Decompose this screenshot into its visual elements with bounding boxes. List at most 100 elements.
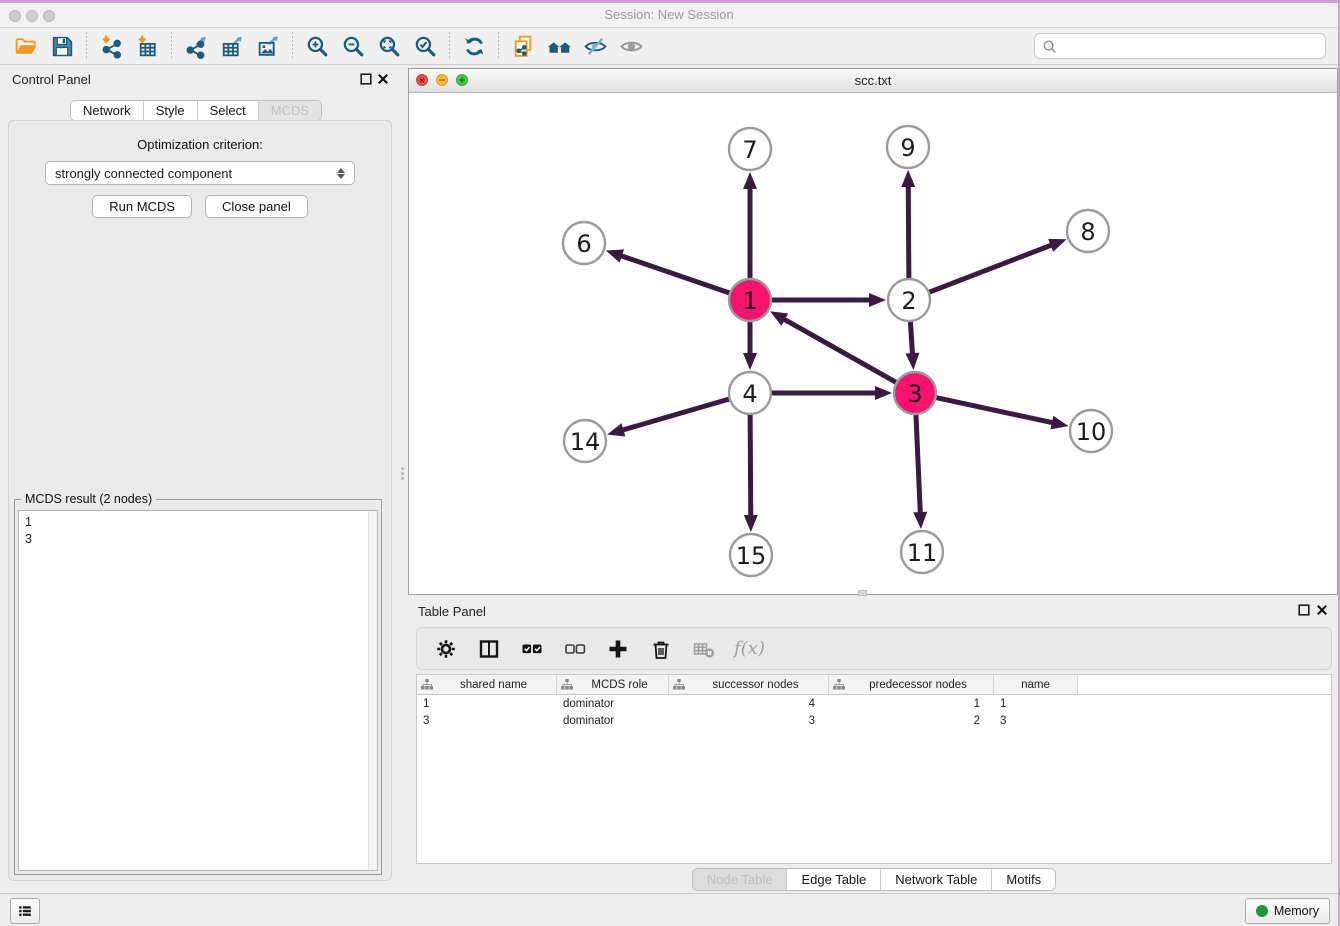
graph-node-3[interactable]: 3 [894, 372, 936, 414]
memory-button[interactable]: Memory [1245, 898, 1330, 924]
cell-successor-nodes[interactable]: 3 [669, 715, 829, 727]
zoom-in-button[interactable] [299, 31, 335, 61]
graph-node-8[interactable]: 8 [1067, 210, 1109, 252]
close-panel-button[interactable]: Close panel [205, 195, 308, 218]
graph-node-6[interactable]: 6 [563, 222, 605, 264]
result-line: 3 [19, 531, 377, 548]
horizontal-splitter-handle[interactable] [858, 590, 867, 596]
tab-network[interactable]: Network [71, 101, 144, 120]
cell-mcds-role[interactable]: dominator [557, 698, 669, 710]
graph-node-11[interactable]: 11 [901, 531, 943, 573]
unchecked-boxes-icon [564, 638, 586, 660]
graph-node-1[interactable]: 1 [729, 279, 771, 321]
vertical-splitter-handle[interactable] [399, 465, 406, 485]
result-scrollbar[interactable] [368, 511, 377, 870]
close-panel-icon[interactable] [377, 73, 389, 85]
close-panel-icon[interactable] [1316, 604, 1328, 616]
table-toolbar: f(x) [416, 627, 1332, 670]
export-image-button[interactable] [250, 31, 286, 61]
float-panel-icon[interactable] [1298, 604, 1310, 616]
table-body: 1dominator4113dominator323 [417, 695, 1331, 729]
column-header-name[interactable]: name [994, 675, 1078, 694]
graph-edge-1-2[interactable] [772, 293, 886, 307]
graph-edge-4-15[interactable] [744, 415, 758, 532]
column-header-shared-name[interactable]: shared name [417, 675, 557, 694]
dropdown-stepper-icon [337, 168, 345, 179]
zoom-fit-button[interactable] [371, 31, 407, 61]
clone-network-icon [511, 34, 536, 59]
delete-entries-button[interactable] [648, 636, 674, 662]
tab-mcds[interactable]: MCDS [259, 101, 321, 120]
table-panel-title: Table Panel [418, 604, 486, 619]
column-header-predecessor-nodes[interactable]: predecessor nodes [829, 675, 994, 694]
cell-successor-nodes[interactable]: 4 [669, 698, 829, 710]
cell-predecessor-nodes[interactable]: 2 [829, 715, 994, 727]
graph-node-10[interactable]: 10 [1070, 410, 1112, 452]
add-entry-button[interactable] [605, 636, 631, 662]
graph-node-15[interactable]: 15 [730, 534, 772, 576]
graph-node-4[interactable]: 4 [729, 372, 771, 414]
network-window-titlebar[interactable]: × − + scc.txt [409, 69, 1337, 93]
graph-edge-1-4[interactable] [743, 322, 757, 370]
first-neighbors-button[interactable] [541, 31, 577, 61]
clone-network-button[interactable] [505, 31, 541, 61]
cell-name[interactable]: 3 [994, 715, 1078, 727]
select-all-button[interactable] [519, 636, 545, 662]
unselect-all-button[interactable] [562, 636, 588, 662]
run-mcds-button[interactable]: Run MCDS [92, 195, 192, 218]
graph-node-7[interactable]: 7 [729, 128, 771, 170]
table-row[interactable]: 1dominator411 [417, 695, 1331, 712]
tab-node-table[interactable]: Node Table [693, 869, 788, 890]
tab-network-table[interactable]: Network Table [881, 869, 992, 890]
cell-name[interactable]: 1 [994, 698, 1078, 710]
graph-edge-2-8[interactable] [930, 239, 1067, 292]
cell-mcds-role[interactable]: dominator [557, 715, 669, 727]
graph-node-14[interactable]: 14 [564, 420, 606, 462]
graph-edge-3-10[interactable] [937, 398, 1069, 430]
graph-edge-1-7[interactable] [743, 172, 757, 278]
export-table-button[interactable] [214, 31, 250, 61]
zoom-selected-button[interactable] [407, 31, 443, 61]
graph-edge-2-9[interactable] [901, 170, 915, 278]
mcds-result-list[interactable]: 13 [18, 510, 378, 871]
graph-edge-4-3[interactable] [772, 386, 892, 400]
export-network-button[interactable] [178, 31, 214, 61]
zoom-out-button[interactable] [335, 31, 371, 61]
float-panel-icon[interactable] [360, 73, 372, 85]
task-history-button[interactable] [10, 898, 40, 924]
mcds-panel: Optimization criterion: strongly connect… [8, 120, 392, 881]
apply-layout-button[interactable] [456, 31, 492, 61]
import-table-button[interactable] [129, 31, 165, 61]
cell-predecessor-nodes[interactable]: 1 [829, 698, 994, 710]
graph-node-2[interactable]: 2 [888, 279, 930, 321]
hide-details-button[interactable] [577, 31, 613, 61]
function-builder-button[interactable]: f(x) [734, 636, 765, 662]
cell-shared-name[interactable]: 1 [417, 698, 557, 710]
delete-table-button[interactable] [691, 636, 717, 662]
graph-edge-1-6[interactable] [606, 249, 729, 292]
cell-shared-name[interactable]: 3 [417, 715, 557, 727]
graph-node-label: 14 [570, 428, 601, 456]
column-header-successor-nodes[interactable]: successor nodes [669, 675, 829, 694]
tab-select[interactable]: Select [198, 101, 259, 120]
save-session-button[interactable] [44, 31, 80, 61]
tab-edge-table[interactable]: Edge Table [787, 869, 881, 890]
search-input[interactable] [1058, 38, 1319, 55]
table-row[interactable]: 3dominator323 [417, 712, 1331, 729]
column-header-mcds-role[interactable]: MCDS role [557, 675, 669, 694]
table-settings-button[interactable] [433, 636, 459, 662]
graph-edge-3-11[interactable] [913, 415, 927, 529]
tab-style[interactable]: Style [144, 101, 198, 120]
import-network-button[interactable] [93, 31, 129, 61]
eye-slash-icon [583, 34, 608, 59]
criterion-dropdown[interactable]: strongly connected component [45, 161, 355, 185]
open-session-button[interactable] [8, 31, 44, 61]
tab-motifs[interactable]: Motifs [992, 869, 1055, 890]
graph-node-9[interactable]: 9 [887, 126, 929, 168]
show-columns-button[interactable] [476, 636, 502, 662]
graph-edge-3-1[interactable] [770, 311, 896, 382]
graph-edge-4-14[interactable] [607, 399, 729, 436]
show-details-button[interactable] [613, 31, 649, 61]
network-canvas[interactable]: 1 2 3 4 6 7 8 9 10 11 14 15 [409, 93, 1337, 594]
graph-edge-2-3[interactable] [905, 322, 919, 370]
